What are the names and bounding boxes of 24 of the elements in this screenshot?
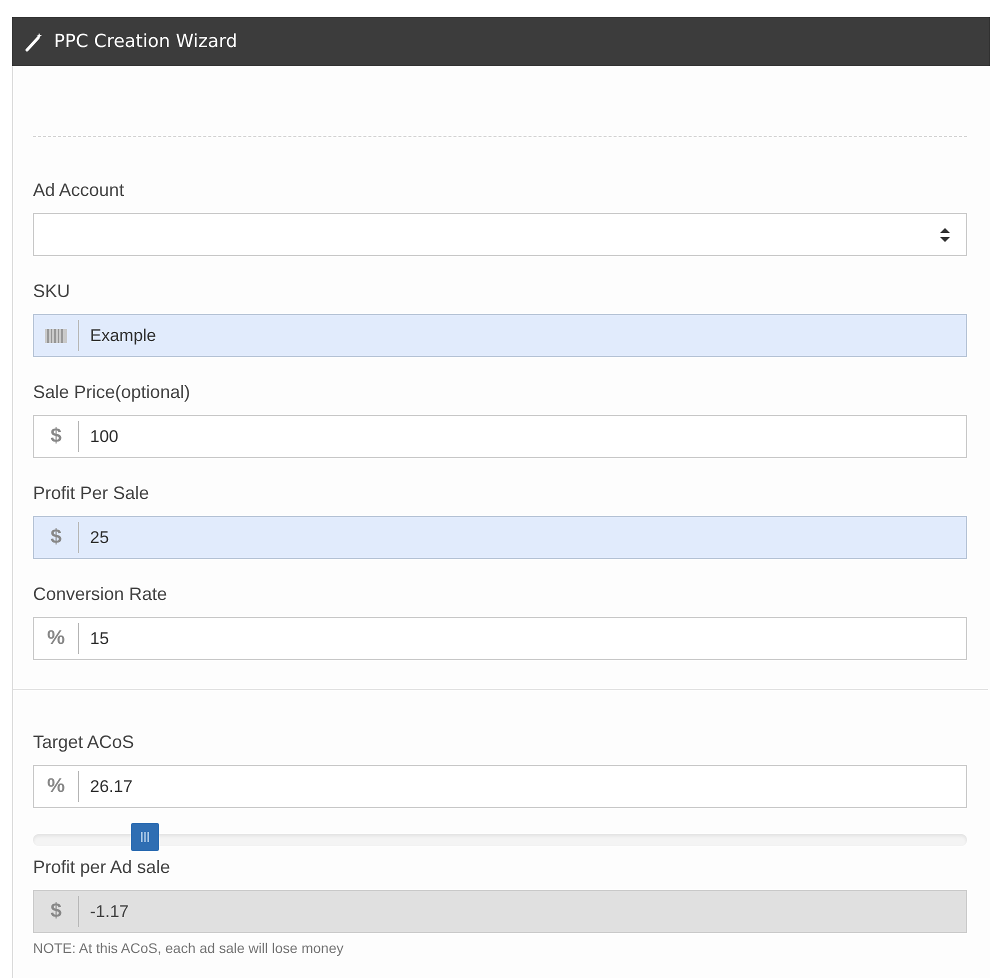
addon-symbol: $ <box>50 526 62 549</box>
note-text: NOTE: At this ACoS, each ad sale will lose money <box>33 940 344 956</box>
addon-symbol: % <box>47 627 65 650</box>
input-field[interactable]: % 26.17 <box>33 765 967 808</box>
input-field[interactable]: % 15 <box>33 617 967 660</box>
field-label: Sale Price(optional) <box>33 381 192 403</box>
field-label: SKU <box>33 280 72 302</box>
field-label: Conversion Rate <box>33 583 168 605</box>
field-label: Profit Per Sale <box>33 482 150 504</box>
grip-icon <box>141 832 150 842</box>
addon-symbol: $ <box>50 425 62 448</box>
field-label: Ad Account <box>33 179 126 201</box>
addon-symbol: $ <box>50 900 62 923</box>
addon-symbol: % <box>47 775 65 798</box>
panel-title: PPC Creation Wizard <box>54 31 238 52</box>
input-field[interactable]: $ 25 <box>33 516 967 559</box>
input-field[interactable]: Example <box>33 314 967 357</box>
magic-wand-icon <box>24 32 44 52</box>
field-label: Profit per Ad sale <box>33 856 172 878</box>
up-down-caret-icon <box>940 228 950 242</box>
field-label: Target ACoS <box>33 731 136 753</box>
barcode-icon <box>45 328 67 342</box>
slider-handle[interactable] <box>131 823 160 851</box>
input-field[interactable]: $ 100 <box>33 415 967 458</box>
